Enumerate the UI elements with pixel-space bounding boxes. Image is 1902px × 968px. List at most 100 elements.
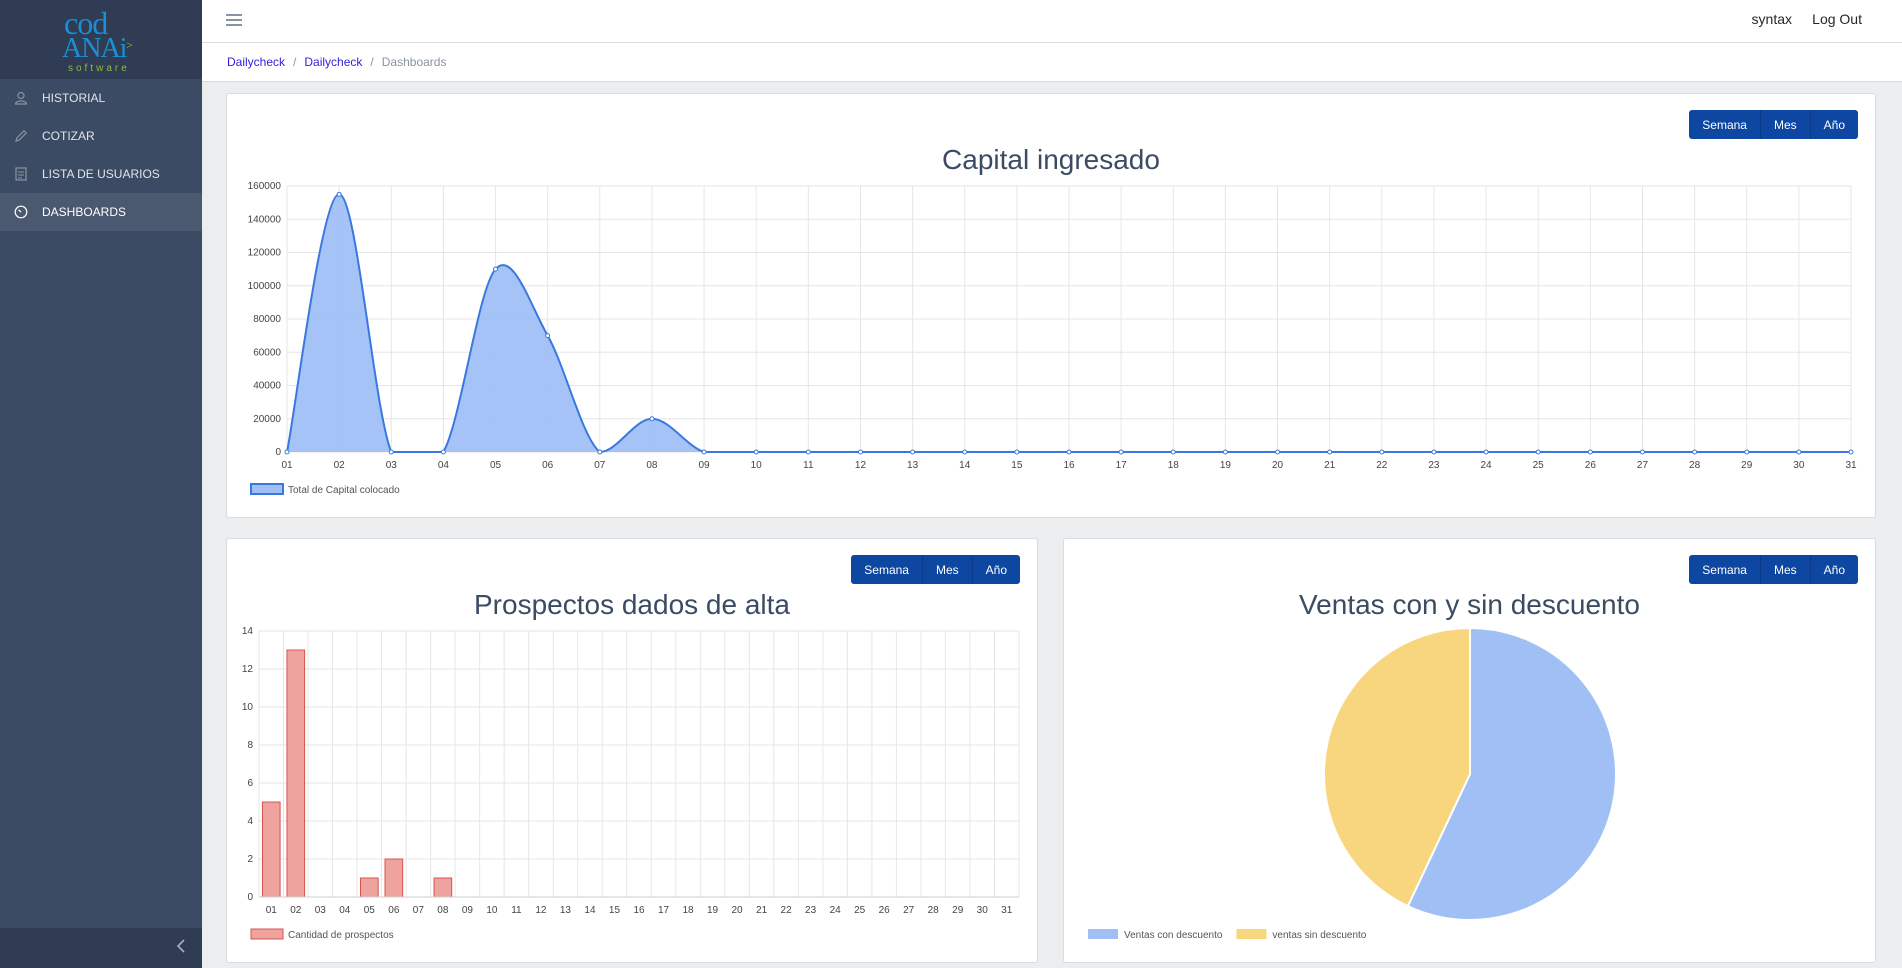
x-tick-label: 28	[928, 905, 940, 916]
list-icon	[14, 167, 28, 181]
x-tick-label: 03	[315, 905, 327, 916]
x-tick-label: 06	[388, 905, 400, 916]
x-tick-label: 22	[781, 905, 793, 916]
x-tick-label: 21	[756, 905, 768, 916]
x-tick-label: 18	[682, 905, 694, 916]
sidebar-item-label: DASHBOARDS	[42, 205, 127, 219]
user-name[interactable]: syntax	[1752, 11, 1792, 27]
x-tick-label: 08	[437, 905, 449, 916]
ventas-chart: Ventas con descuento ventas sin descuento	[1088, 626, 1617, 941]
bar	[261, 801, 281, 898]
data-point	[1535, 449, 1541, 455]
data-point	[1275, 449, 1281, 455]
sidebar-item-cotizar[interactable]: COTIZAR	[0, 117, 202, 155]
legend-label: Cantidad de prospectos	[288, 930, 394, 941]
legend-swatch	[1088, 929, 1118, 939]
x-tick-label: 24	[1481, 460, 1493, 471]
x-tick-label: 30	[977, 905, 989, 916]
y-tick-label: 160000	[248, 181, 282, 192]
y-tick-label: 6	[247, 778, 253, 789]
x-tick-label: 19	[1220, 460, 1232, 471]
legend-swatch	[250, 928, 284, 940]
x-tick-label: 27	[903, 905, 915, 916]
header: syntax Log Out	[202, 0, 1902, 43]
x-tick-label: 05	[490, 460, 502, 471]
x-tick-label: 23	[805, 905, 817, 916]
x-tick-label: 20	[1272, 460, 1284, 471]
y-tick-label: 12	[242, 664, 254, 675]
legend-swatch	[250, 483, 284, 495]
y-tick-label: 20000	[253, 414, 281, 425]
data-point	[597, 449, 603, 455]
brand-arrow-icon: >	[126, 37, 133, 52]
x-tick-label: 06	[542, 460, 554, 471]
y-tick-label: 10	[242, 702, 254, 713]
x-tick-label: 30	[1793, 460, 1805, 471]
x-tick-label: 12	[855, 460, 867, 471]
x-tick-label: 26	[1585, 460, 1597, 471]
breadcrumb-item[interactable]: Dailycheck	[304, 55, 362, 69]
brand-logo: cod ANAi > software	[56, 6, 146, 74]
prospectos-card: Semana Mes Año Prospectos dados de alta …	[226, 538, 1038, 963]
x-tick-label: 02	[334, 460, 346, 471]
sidebar-minimize-button[interactable]	[0, 928, 202, 968]
user-icon	[14, 91, 28, 105]
data-point	[1222, 449, 1228, 455]
x-tick-label: 14	[584, 905, 596, 916]
data-point	[1327, 449, 1333, 455]
logout-link[interactable]: Log Out	[1812, 11, 1862, 27]
breadcrumb-separator: /	[370, 55, 374, 69]
x-tick-label: 29	[1741, 460, 1753, 471]
menu-icon[interactable]	[226, 14, 242, 26]
x-tick-label: 23	[1428, 460, 1440, 471]
x-tick-label: 07	[594, 460, 606, 471]
pencil-icon	[14, 129, 28, 143]
sidebar: cod ANAi > software HISTORIAL COTIZAR LI…	[0, 0, 202, 968]
data-point	[1170, 449, 1176, 455]
bar	[384, 858, 404, 898]
x-tick-label: 09	[699, 460, 711, 471]
y-tick-label: 0	[247, 892, 253, 903]
x-tick-label: 25	[854, 905, 866, 916]
x-tick-label: 20	[732, 905, 744, 916]
x-tick-label: 18	[1168, 460, 1180, 471]
data-point	[493, 266, 499, 272]
data-point	[1744, 449, 1750, 455]
x-tick-label: 04	[339, 905, 351, 916]
data-point	[1692, 449, 1698, 455]
x-tick-label: 04	[438, 460, 450, 471]
x-tick-label: 07	[413, 905, 425, 916]
x-tick-label: 11	[511, 905, 522, 916]
breadcrumb-separator: /	[293, 55, 297, 69]
sidebar-item-lista-usuarios[interactable]: LISTA DE USUARIOS	[0, 155, 202, 193]
data-point	[1431, 449, 1437, 455]
data-point	[910, 449, 916, 455]
x-tick-label: 17	[1116, 460, 1128, 471]
x-tick-label: 22	[1376, 460, 1388, 471]
x-tick-label: 19	[707, 905, 719, 916]
x-tick-label: 26	[879, 905, 891, 916]
y-tick-label: 0	[275, 447, 281, 458]
brand[interactable]: cod ANAi > software	[0, 0, 202, 79]
data-point	[284, 449, 290, 455]
x-tick-label: 14	[959, 460, 971, 471]
legend-swatch	[1236, 929, 1267, 939]
chevron-left-icon	[176, 938, 186, 958]
x-tick-label: 15	[1011, 460, 1023, 471]
data-point	[805, 449, 811, 455]
x-tick-label: 13	[907, 460, 919, 471]
y-tick-label: 8	[247, 740, 253, 751]
sidebar-item-dashboards[interactable]: DASHBOARDS	[0, 193, 202, 231]
capital-card: Semana Mes Año Capital ingresado 0 20000 4…	[226, 93, 1876, 518]
y-tick-label: 60000	[253, 347, 281, 358]
x-tick-label: 16	[1063, 460, 1075, 471]
x-tick-label: 11	[803, 460, 814, 471]
sidebar-item-historial[interactable]: HISTORIAL	[0, 79, 202, 117]
x-tick-label: 01	[281, 460, 293, 471]
data-point	[440, 449, 446, 455]
x-tick-label: 02	[290, 905, 302, 916]
breadcrumb-item[interactable]: Dailycheck	[227, 55, 285, 69]
y-tick-label: 40000	[253, 381, 281, 392]
x-tick-label: 13	[560, 905, 572, 916]
x-tick-label: 17	[658, 905, 670, 916]
